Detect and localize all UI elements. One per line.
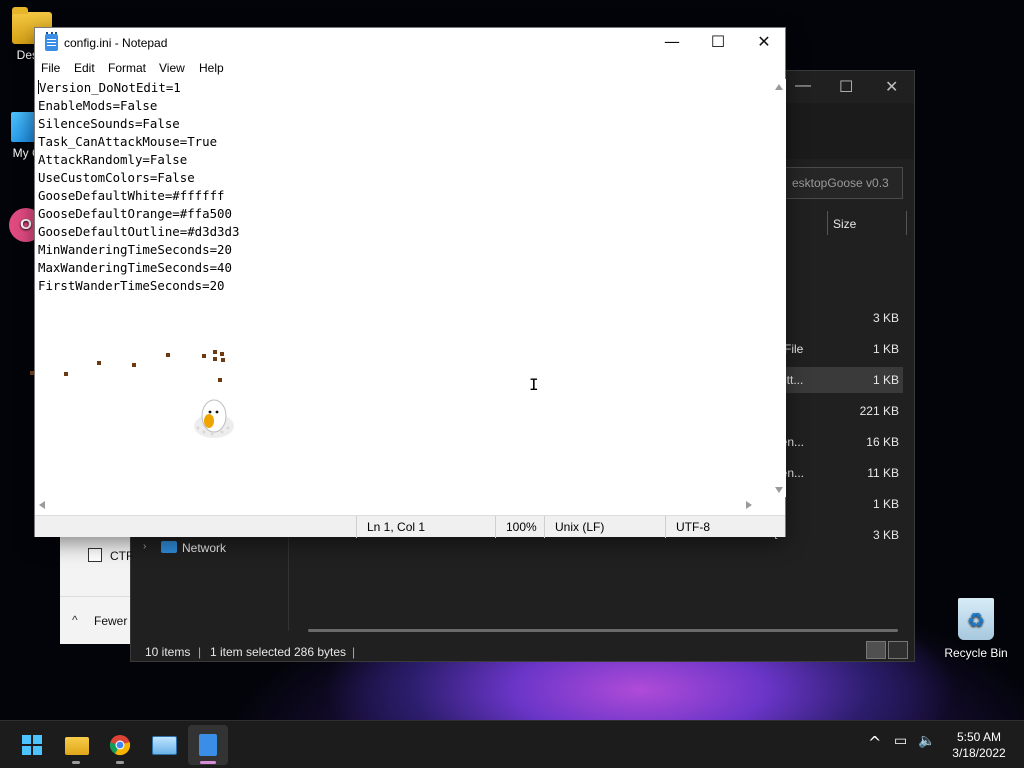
notepad-icon — [88, 548, 102, 562]
goose-sprite[interactable] — [190, 384, 238, 442]
text-line: MaxWanderingTimeSeconds=40 — [38, 260, 232, 275]
taskbar-photos[interactable] — [144, 725, 184, 765]
text-line: UseCustomColors=False — [38, 170, 195, 185]
details-view-icon[interactable] — [866, 641, 886, 659]
close-icon[interactable]: ✕ — [885, 77, 898, 97]
chevron-right-icon[interactable]: › — [143, 541, 146, 552]
text-line: MinWanderingTimeSeconds=20 — [38, 242, 232, 257]
column-header-size[interactable]: Size — [833, 217, 856, 231]
line-ending: Unix (LF) — [544, 516, 665, 538]
chevron-up-icon[interactable]: ^ — [868, 733, 881, 752]
maximize-button[interactable]: ☐ — [695, 28, 741, 58]
text-line: EnableMods=False — [38, 98, 158, 113]
vertical-scrollbar[interactable] — [772, 79, 786, 497]
system-clock[interactable]: 5:50 AM 3/18/2022 — [944, 729, 1014, 761]
properties-panel-fragment: CTF ^ Fewer — [60, 535, 133, 644]
encoding: UTF-8 — [665, 516, 786, 538]
recycle-bin-label: Recycle Bin — [944, 646, 1008, 660]
search-input[interactable]: esktopGoose v0.3 — [781, 167, 903, 199]
text-line: GooseDefaultOutline=#d3d3d3 — [38, 224, 240, 239]
cursor-position: Ln 1, Col 1 — [356, 516, 495, 538]
text-line: GooseDefaultOrange=#ffa500 — [38, 206, 232, 221]
desktop-icon-recycle-bin[interactable]: ♻ Recycle Bin — [940, 598, 1012, 660]
taskbar-chrome[interactable] — [100, 725, 140, 765]
scroll-down-icon[interactable] — [775, 487, 783, 493]
menu-help[interactable]: Help — [199, 61, 224, 75]
scroll-right-icon[interactable] — [746, 501, 752, 509]
chrome-icon — [109, 735, 131, 756]
text-line: GooseDefaultWhite=#ffffff — [38, 188, 225, 203]
network-status-icon[interactable]: ▭ — [894, 733, 907, 749]
photos-icon — [152, 736, 177, 755]
scroll-up-icon[interactable] — [775, 84, 783, 90]
notepad-statusbar: Ln 1, Col 1 100% Unix (LF) UTF-8 — [35, 515, 786, 538]
text-line: SilenceSounds=False — [38, 116, 180, 131]
view-toggle — [864, 641, 908, 662]
folder-icon — [65, 737, 89, 755]
minimize-icon[interactable]: — — [795, 77, 811, 95]
explorer-statusbar: 10 items | 1 item selected 286 bytes | — [145, 645, 356, 659]
horizontal-scrollbar[interactable] — [308, 629, 898, 632]
taskbar-notepad[interactable] — [188, 725, 228, 765]
zoom-level: 100% — [495, 516, 544, 538]
notepad-titlebar[interactable]: config.ini - Notepad — ☐ ✕ — [35, 28, 785, 58]
fewer-details-button[interactable]: Fewer — [94, 614, 127, 628]
scroll-left-icon[interactable] — [39, 501, 45, 509]
ctf-label[interactable]: CTF — [110, 549, 133, 563]
text-cursor-icon: I — [529, 375, 539, 394]
item-count: 10 items — [145, 645, 191, 659]
menu-file[interactable]: File — [41, 61, 60, 75]
start-button[interactable] — [12, 725, 52, 765]
menu-edit[interactable]: Edit — [74, 61, 95, 75]
menu-format[interactable]: Format — [108, 61, 146, 75]
recycle-bin-icon: ♻ — [958, 598, 994, 640]
window-title: config.ini - Notepad — [64, 36, 168, 50]
network-icon — [161, 541, 177, 553]
close-button[interactable]: ✕ — [741, 28, 787, 58]
column-divider[interactable] — [906, 211, 907, 235]
notepad-window: config.ini - Notepad — ☐ ✕ File Edit For… — [34, 27, 786, 538]
selection-count: 1 item selected — [210, 645, 291, 659]
text-line: AttackRandomly=False — [38, 152, 188, 167]
text-line: Task_CanAttackMouse=True — [38, 134, 218, 149]
column-divider[interactable] — [827, 211, 828, 235]
selection-size: 286 bytes — [294, 645, 347, 659]
nav-item-network[interactable]: Network — [182, 541, 226, 555]
taskbar-file-explorer[interactable] — [56, 725, 96, 765]
taskbar: ^ ▭ 🔈 5:50 AM 3/18/2022 — [0, 720, 1024, 768]
text-line: Version_DoNotEdit=1 — [39, 80, 181, 95]
chevron-up-icon[interactable]: ^ — [72, 613, 78, 627]
horizontal-scrollbar[interactable] — [35, 498, 772, 512]
text-editor-area[interactable]: Version_DoNotEdit=1 EnableMods=False Sil… — [38, 79, 771, 497]
menu-bar: File Edit Format View Help — [35, 58, 785, 78]
clock-date: 3/18/2022 — [952, 746, 1006, 760]
menu-view[interactable]: View — [159, 61, 185, 75]
minimize-button[interactable]: — — [649, 28, 695, 58]
maximize-icon[interactable]: ☐ — [839, 77, 853, 97]
notepad-icon — [45, 32, 58, 51]
volume-icon[interactable]: 🔈 — [918, 733, 935, 749]
windows-logo-icon — [22, 735, 42, 755]
tiles-view-icon[interactable] — [888, 641, 908, 659]
notepad-icon — [199, 734, 217, 756]
text-line: FirstWanderTimeSeconds=20 — [38, 278, 225, 293]
clock-time: 5:50 AM — [956, 730, 1002, 744]
